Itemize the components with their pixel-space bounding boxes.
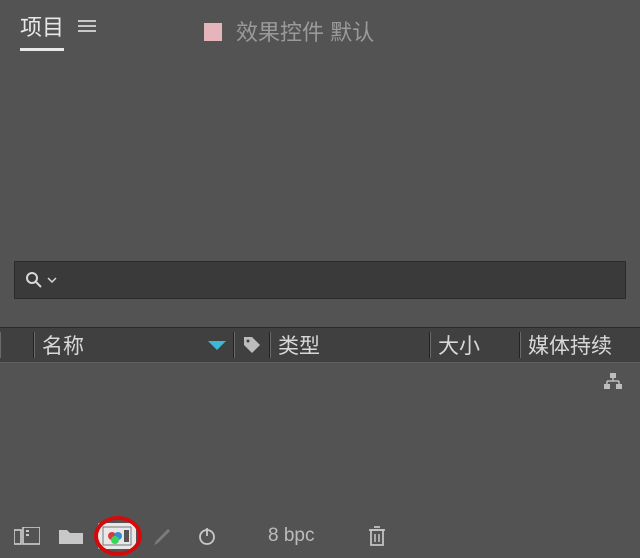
search-input[interactable] — [14, 261, 626, 299]
column-tag[interactable] — [234, 328, 270, 362]
column-name-label: 名称 — [42, 330, 84, 360]
trash-icon[interactable] — [360, 521, 394, 551]
tag-icon — [242, 335, 262, 355]
tab-project[interactable]: 项目 — [20, 10, 64, 51]
column-media-label: 媒体持续 — [528, 330, 612, 360]
panel-tabbar: 项目 效果控件 默认 — [0, 0, 640, 51]
search-row — [14, 261, 626, 299]
project-preview-area — [0, 51, 640, 261]
color-depth-button[interactable]: 8 bpc — [268, 525, 314, 547]
panel-menu-icon[interactable] — [78, 16, 96, 45]
column-media-duration[interactable]: 媒体持续 — [520, 328, 640, 362]
label-color-swatch — [204, 23, 222, 41]
project-footer-toolbar: 8 bpc — [0, 514, 640, 558]
column-size-label: 大小 — [438, 330, 480, 360]
tab-effect-controls[interactable]: 效果控件 默认 — [236, 15, 374, 47]
column-name[interactable]: 名称 — [34, 328, 234, 362]
column-type-label: 类型 — [278, 330, 320, 360]
project-items-area[interactable] — [0, 363, 640, 501]
new-folder-icon[interactable] — [54, 521, 88, 551]
sort-indicator-icon — [208, 341, 226, 350]
interpret-footage-icon[interactable] — [10, 521, 44, 551]
column-size[interactable]: 大小 — [430, 328, 520, 362]
chevron-down-icon — [47, 275, 57, 285]
column-type[interactable]: 类型 — [270, 328, 430, 362]
new-composition-icon[interactable] — [98, 523, 136, 549]
search-icon — [25, 271, 43, 289]
power-icon[interactable] — [190, 521, 224, 551]
column-label-color[interactable] — [0, 328, 34, 362]
adjustment-layer-icon[interactable] — [146, 521, 180, 551]
flowchart-icon[interactable] — [604, 373, 622, 394]
column-header-row: 名称 类型 大小 媒体持续 — [0, 327, 640, 363]
